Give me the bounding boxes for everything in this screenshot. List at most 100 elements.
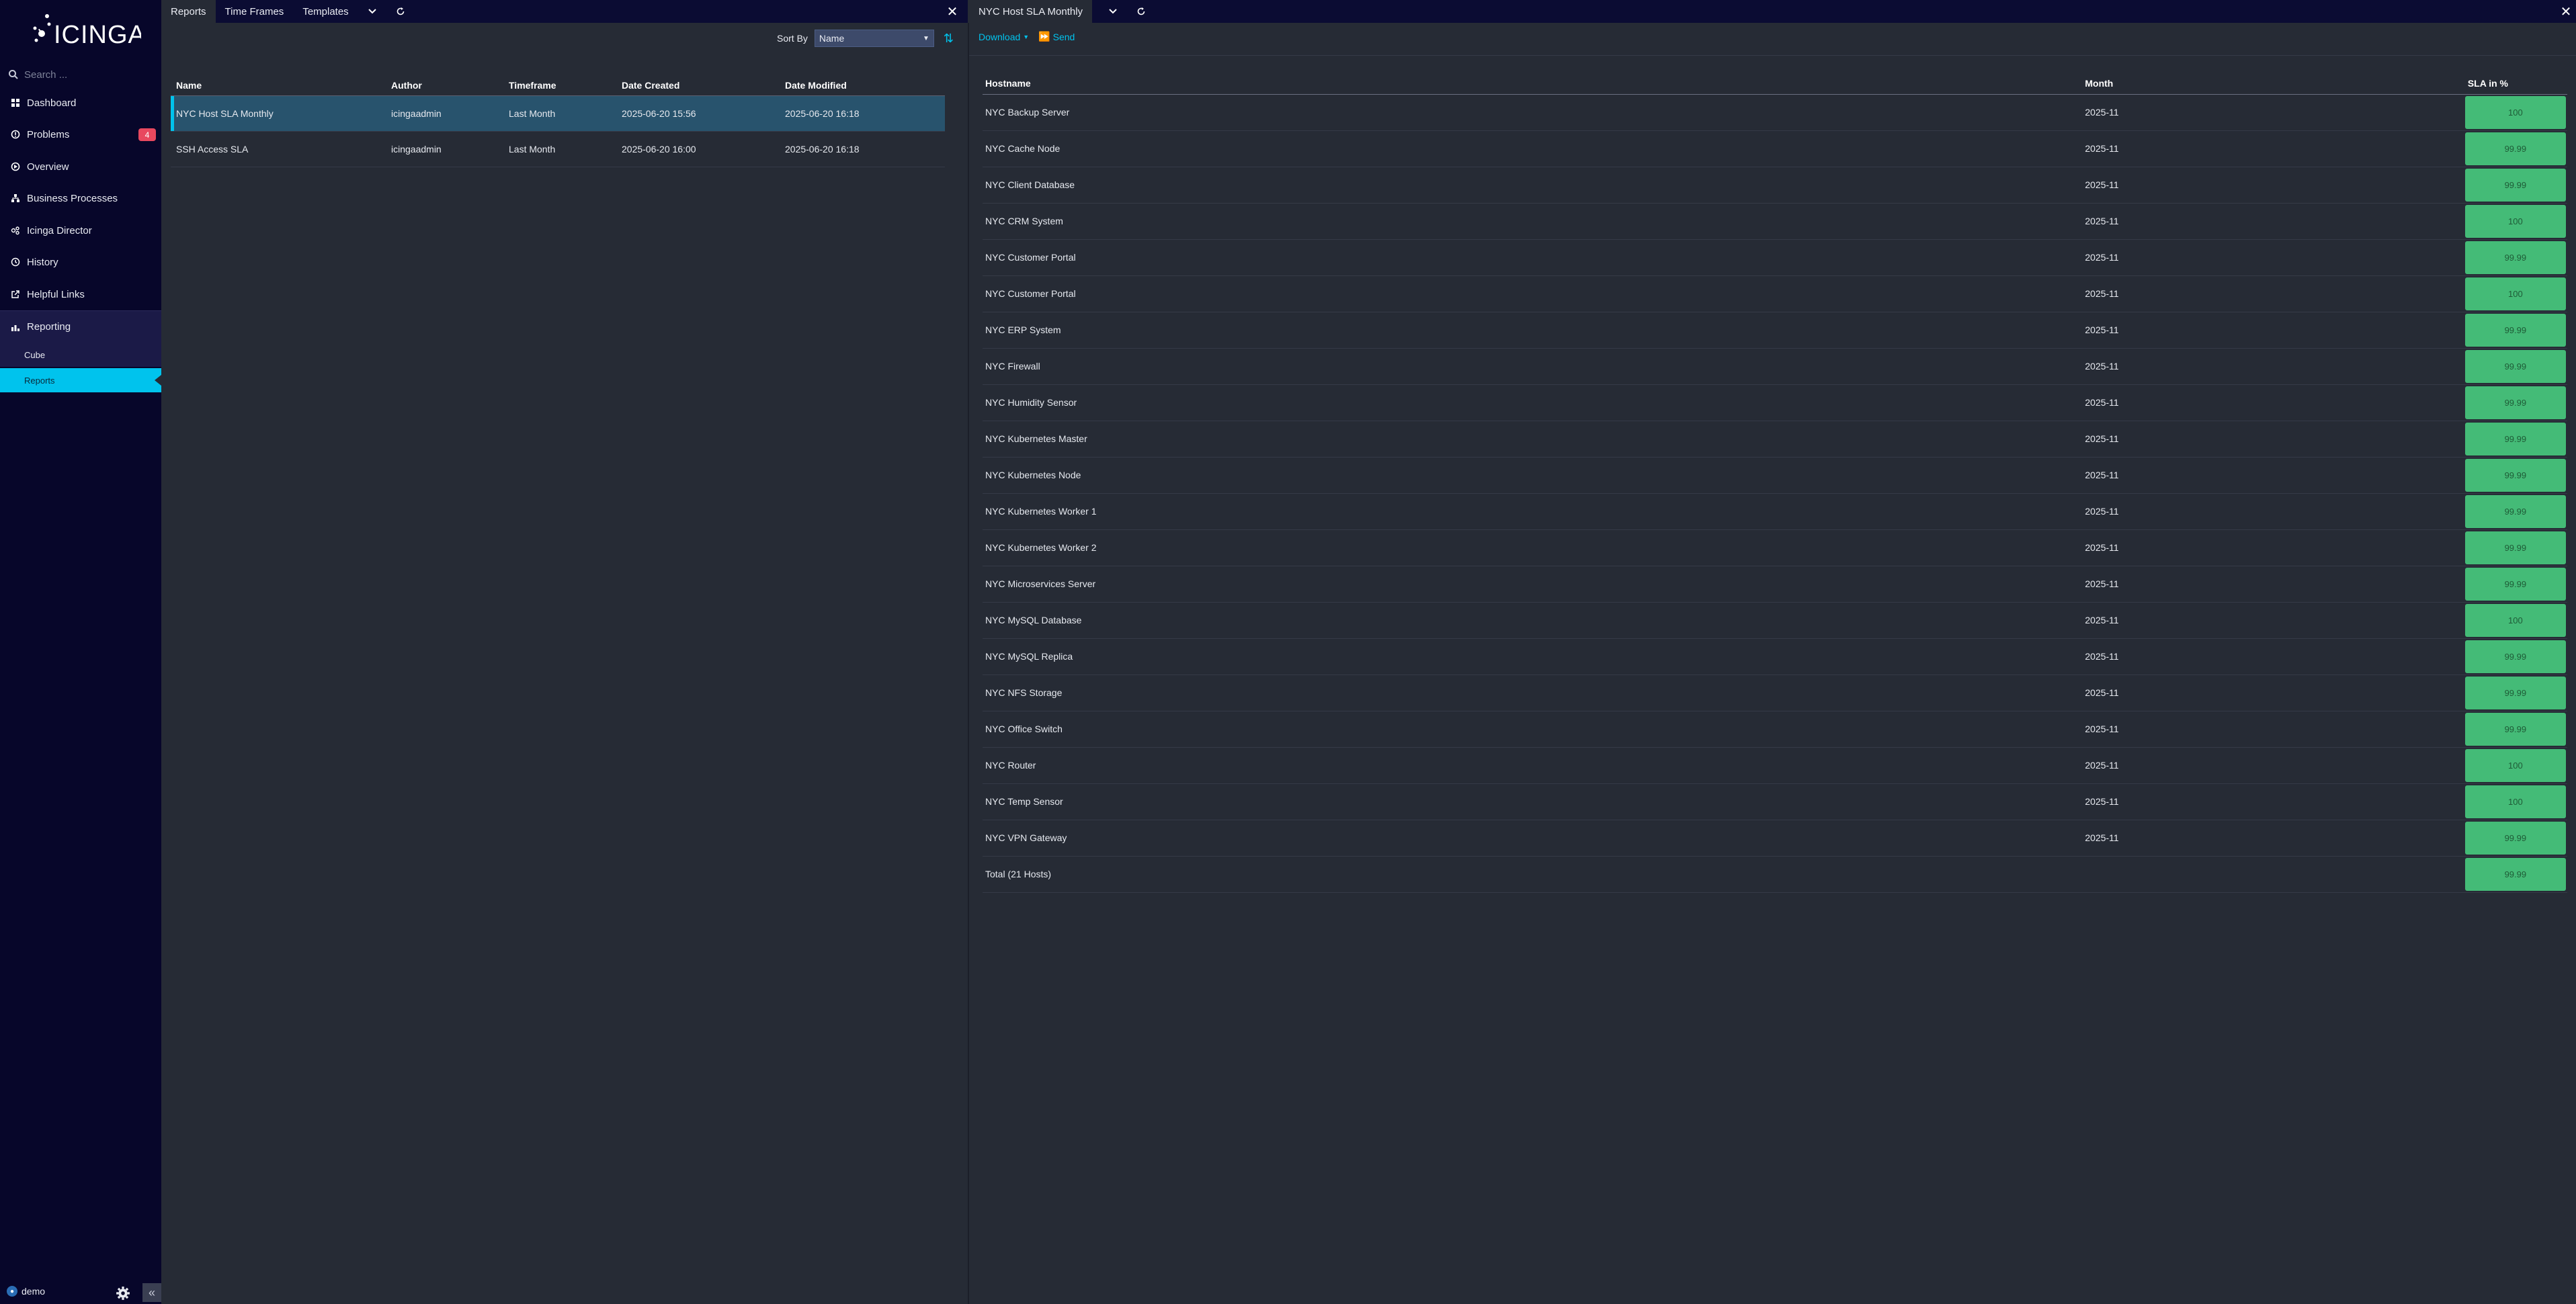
close-right-pane-icon[interactable]: ✕ xyxy=(2556,0,2576,23)
download-dropdown[interactable]: Download ▼ xyxy=(979,32,1029,42)
sla-cell: 99.99 xyxy=(2464,493,2567,530)
report-actions: Download ▼ ⏩ Send xyxy=(979,31,1084,42)
column-header: Hostname xyxy=(983,73,2083,95)
sidebar-item-label: Icinga Director xyxy=(27,224,92,236)
hostname-cell: NYC NFS Storage xyxy=(983,675,2083,711)
table-row: NYC Backup Server 2025-11 100 xyxy=(983,94,2567,131)
sidebar-subitem-reports[interactable]: Reports xyxy=(0,368,161,392)
table-row: NYC Customer Portal 2025-11 99.99 xyxy=(983,239,2567,276)
report-author: icingaadmin xyxy=(386,131,503,167)
sla-value: 99.99 xyxy=(2464,821,2566,855)
user-name: demo xyxy=(22,1286,46,1297)
sla-value: 100 xyxy=(2464,785,2566,818)
search-box[interactable] xyxy=(8,64,156,85)
table-row: NYC CRM System 2025-11 100 xyxy=(983,203,2567,240)
business-process-icon xyxy=(9,192,22,204)
table-row: NYC Microservices Server 2025-11 99.99 xyxy=(983,566,2567,603)
sidebar-item-history[interactable]: History xyxy=(0,247,161,277)
sla-value: 100 xyxy=(2464,277,2566,310)
column-header[interactable]: Date Created xyxy=(616,75,780,96)
sort-label: Sort By xyxy=(777,33,808,44)
sidebar-item-reporting[interactable]: Reporting xyxy=(0,310,161,343)
column-header: SLA in % xyxy=(2464,73,2567,95)
report-date-created: 2025-06-20 15:56 xyxy=(616,95,780,132)
settings-gear-icon[interactable] xyxy=(116,1286,130,1301)
tab-report-detail[interactable]: NYC Host SLA Monthly xyxy=(969,0,1093,23)
hostname-cell: NYC Office Switch xyxy=(983,711,2083,748)
dashboard-icon xyxy=(9,97,22,109)
refresh-icon[interactable] xyxy=(386,0,415,23)
hostname-cell: NYC Kubernetes Node xyxy=(983,457,2083,494)
sla-value: 99.99 xyxy=(2464,676,2566,709)
month-cell: 2025-11 xyxy=(2082,384,2465,421)
column-header[interactable]: Author xyxy=(386,75,503,96)
report-detail-pane: Download ▼ ⏩ Send Hostname Month SLA in … xyxy=(969,23,2576,1304)
user-menu[interactable]: ● demo xyxy=(7,1286,45,1297)
hostname-cell: NYC Kubernetes Worker 2 xyxy=(983,529,2083,566)
table-row: NYC ERP System 2025-11 99.99 xyxy=(983,312,2567,349)
table-row: NYC VPN Gateway 2025-11 99.99 xyxy=(983,820,2567,857)
more-tabs-chevron-icon[interactable] xyxy=(1099,0,1127,23)
table-row[interactable]: NYC Host SLA Monthly icingaadmin Last Mo… xyxy=(171,95,945,132)
sidebar-item-dashboard[interactable]: Dashboard xyxy=(0,87,161,118)
send-button[interactable]: ⏩ Send xyxy=(1038,31,1075,42)
month-cell: 2025-11 xyxy=(2082,130,2465,167)
sidebar-item-problems[interactable]: Problems 4 xyxy=(0,119,161,150)
sidebar-item-business-processes[interactable]: Business Processes xyxy=(0,183,161,214)
reports-table: Name Author Timeframe Date Created Date … xyxy=(171,75,945,167)
refresh-icon[interactable] xyxy=(1127,0,1155,23)
sla-value: 99.99 xyxy=(2464,494,2566,528)
sla-cell: 100 xyxy=(2464,747,2567,784)
tab-label: Templates xyxy=(302,5,349,17)
tab-label: Time Frames xyxy=(224,5,284,17)
hostname-cell: NYC Humidity Sensor xyxy=(983,384,2083,421)
hostname-cell: NYC Client Database xyxy=(983,167,2083,204)
month-cell: 2025-11 xyxy=(2082,493,2465,530)
collapse-sidebar-button[interactable]: « xyxy=(142,1283,161,1302)
tab-templates[interactable]: Templates xyxy=(293,0,358,23)
sidebar-item-label: History xyxy=(27,256,58,268)
hostname-cell: NYC Backup Server xyxy=(983,94,2083,131)
search-input[interactable] xyxy=(24,69,145,81)
sort-by-select[interactable]: Name ▼ xyxy=(814,30,934,47)
hostname-cell: NYC Temp Sensor xyxy=(983,783,2083,820)
column-header[interactable]: Name xyxy=(171,75,386,96)
sla-value: 100 xyxy=(2464,748,2566,782)
column-header[interactable]: Date Modified xyxy=(780,75,945,96)
sla-cell: 99.99 xyxy=(2464,529,2567,566)
sidebar-item-icinga-director[interactable]: Icinga Director xyxy=(0,215,161,246)
download-label: Download xyxy=(979,31,1021,42)
table-header-row: Hostname Month SLA in % xyxy=(983,73,2567,95)
sla-value: 99.99 xyxy=(2464,313,2566,347)
sidebar-subitem-cube[interactable]: Cube xyxy=(0,343,161,367)
more-tabs-chevron-icon[interactable] xyxy=(358,0,386,23)
tab-reports[interactable]: Reports xyxy=(161,0,216,23)
sla-value: 100 xyxy=(2464,204,2566,238)
month-cell: 2025-11 xyxy=(2082,421,2465,458)
sla-cell: 100 xyxy=(2464,275,2567,312)
month-cell: 2025-11 xyxy=(2082,348,2465,385)
hostname-cell: NYC Router xyxy=(983,747,2083,784)
sidebar-item-overview[interactable]: Overview xyxy=(0,151,161,182)
sla-cell: 99.99 xyxy=(2464,711,2567,748)
tab-time-frames[interactable]: Time Frames xyxy=(216,0,294,23)
table-row: NYC NFS Storage 2025-11 99.99 xyxy=(983,675,2567,711)
sla-cell: 99.99 xyxy=(2464,239,2567,276)
sla-cell: 99.99 xyxy=(2464,457,2567,494)
hostname-cell: NYC Kubernetes Master xyxy=(983,421,2083,458)
sla-value: 99.99 xyxy=(2464,712,2566,746)
sort-direction-icon[interactable]: ⇅ xyxy=(944,32,954,46)
table-row[interactable]: SSH Access SLA icingaadmin Last Month 20… xyxy=(171,131,945,167)
icinga-logo[interactable]: icinga xyxy=(27,8,141,55)
table-row: NYC Kubernetes Worker 1 2025-11 99.99 xyxy=(983,493,2567,530)
report-name: SSH Access SLA xyxy=(171,131,386,167)
report-date-modified: 2025-06-20 16:18 xyxy=(780,131,945,167)
month-cell: 2025-11 xyxy=(2082,275,2465,312)
close-left-pane-icon[interactable]: ✕ xyxy=(942,0,962,23)
sla-cell: 100 xyxy=(2464,94,2567,131)
table-row: NYC Kubernetes Node 2025-11 99.99 xyxy=(983,457,2567,494)
user-avatar-icon: ● xyxy=(7,1286,17,1297)
column-header[interactable]: Timeframe xyxy=(503,75,616,96)
sidebar-item-helpful-links[interactable]: Helpful Links xyxy=(0,279,161,310)
sidebar-subitem-label: Reports xyxy=(24,375,55,386)
